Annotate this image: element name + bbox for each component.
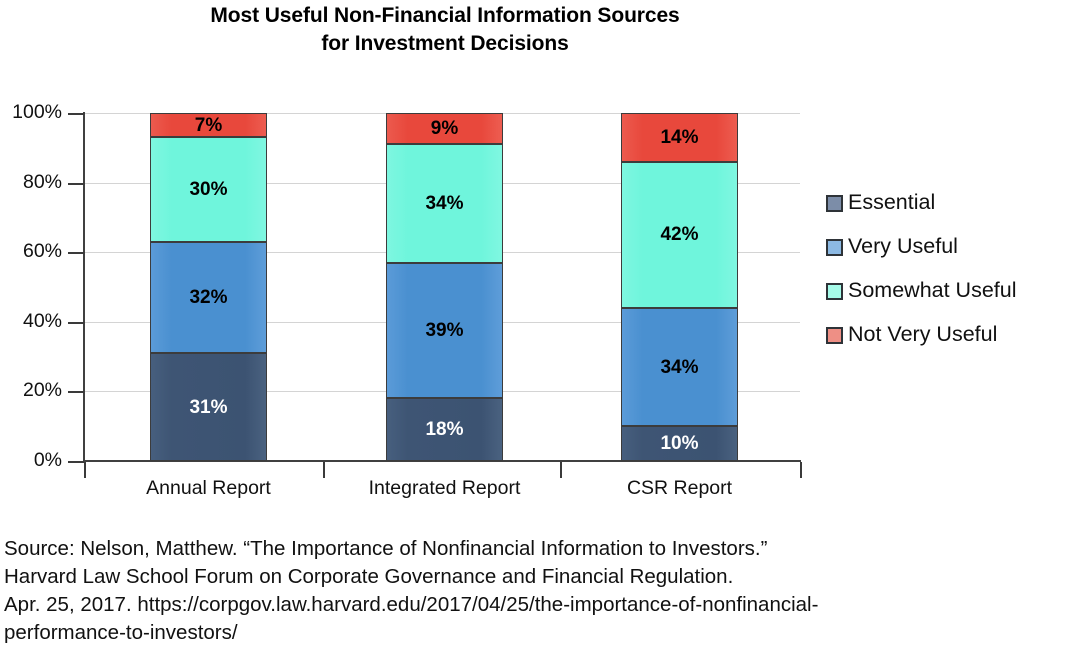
legend-item-label: Essential — [848, 190, 936, 215]
bar-segment-value-label: 31% — [189, 396, 228, 418]
legend-item-label: Very Useful — [848, 234, 958, 259]
legend-item[interactable]: Very Useful — [826, 225, 1071, 269]
bar-segment[interactable]: 18% — [386, 398, 503, 461]
bar-segment-value-label: 14% — [660, 126, 699, 148]
bar-segment-value-label: 32% — [189, 286, 228, 308]
source-line-2: Harvard Law School Forum on Corporate Go… — [4, 565, 734, 588]
bar-column: 18% 39% 34% 9% — [386, 113, 503, 461]
bar-segment-value-label: 34% — [660, 356, 699, 378]
y-axis-tick-label: 0% — [33, 449, 62, 471]
y-axis-line — [83, 112, 85, 462]
bar-segment[interactable]: 10% — [621, 426, 738, 461]
x-axis-tick-mark — [560, 462, 562, 478]
legend-item[interactable]: Somewhat Useful — [826, 269, 1071, 313]
legend-item[interactable]: Not Very Useful — [826, 313, 1071, 357]
chart-title-line-2: for Investment Decisions — [321, 32, 569, 55]
bar-segment[interactable]: 32% — [150, 241, 267, 354]
bar-segment[interactable]: 31% — [150, 353, 267, 461]
x-axis-category-label: Annual Report — [146, 477, 271, 499]
y-axis-tick-label: 100% — [12, 101, 62, 123]
bar-segment[interactable]: 39% — [386, 262, 503, 399]
bar-segment[interactable]: 14% — [621, 113, 738, 162]
y-axis-tick-label: 80% — [22, 170, 62, 193]
legend-swatch-icon — [826, 238, 843, 256]
x-axis-tick-mark — [323, 462, 325, 478]
bar-segment[interactable]: 7% — [150, 113, 267, 138]
bar-segment[interactable]: 34% — [621, 307, 738, 427]
legend-item[interactable]: Essential — [826, 181, 1071, 225]
bar-segment-value-label: 34% — [425, 192, 464, 214]
bar-segment[interactable]: 34% — [386, 144, 503, 263]
bar-segment-value-label: 7% — [194, 114, 223, 136]
y-axis-tick-mark — [68, 182, 84, 185]
bar-segment[interactable]: 30% — [150, 137, 267, 242]
x-axis-category-label: Integrated Report — [368, 477, 521, 499]
x-axis-category-label: CSR Report — [626, 477, 733, 499]
x-axis-tick-mark — [800, 462, 802, 478]
legend-swatch-icon — [826, 282, 843, 300]
legend-swatch-icon — [826, 326, 843, 344]
source-note: Source: Nelson, Matthew. “The Importance… — [4, 535, 1071, 647]
bar-segment[interactable]: 9% — [386, 113, 503, 145]
chart-title-line-1: Most Useful Non-Financial Information So… — [210, 4, 680, 27]
y-axis-tick-mark — [68, 391, 84, 394]
bar-segment-value-label: 42% — [660, 224, 699, 246]
bar-column: 10% 34% 42% 14% — [621, 113, 738, 461]
x-axis-tick-mark — [84, 462, 86, 478]
bar-column: 31% 32% 30% 7% — [150, 113, 267, 461]
chart-title: Most Useful Non-Financial Information So… — [0, 2, 890, 58]
legend-swatch-icon — [826, 194, 843, 212]
bar-segment-value-label: 39% — [425, 320, 464, 342]
bar-segment[interactable]: 42% — [621, 161, 738, 308]
y-axis-tick-mark — [68, 461, 84, 463]
source-line-1: Source: Nelson, Matthew. “The Importance… — [4, 537, 768, 560]
source-line-3: Apr. 25, 2017. https://corpgov.law.harva… — [4, 593, 819, 616]
legend-item-label: Not Very Useful — [848, 322, 998, 347]
bar-segment-value-label: 30% — [189, 179, 228, 201]
y-axis-tick-label: 20% — [22, 379, 62, 402]
y-axis-tick-label: 60% — [22, 240, 62, 263]
bar-segment-value-label: 10% — [660, 433, 699, 455]
bar-segment-value-label: 18% — [425, 419, 464, 441]
chart-legend: Essential Very Useful Somewhat Useful Not V… — [826, 181, 1071, 357]
legend-item-label: Somewhat Useful — [848, 278, 1017, 303]
y-axis-tick-mark — [68, 113, 84, 115]
y-axis-tick-label: 40% — [22, 309, 62, 332]
y-axis-tick-mark — [68, 321, 84, 324]
y-axis-tick-mark — [68, 252, 84, 255]
source-line-4: performance-to-investors/ — [4, 621, 238, 644]
bar-segment-value-label: 9% — [430, 118, 459, 140]
